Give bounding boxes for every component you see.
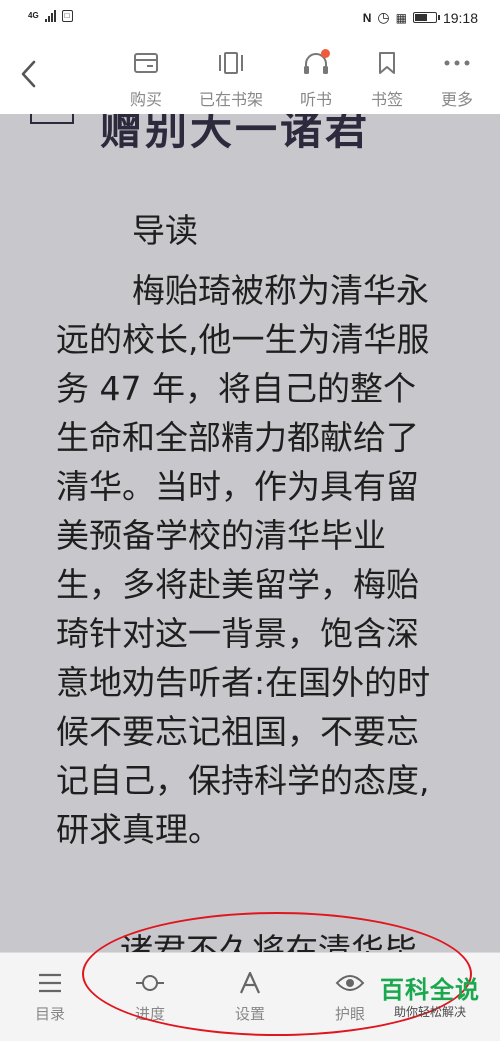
bookmark-icon bbox=[379, 52, 395, 74]
more-icon bbox=[444, 60, 470, 66]
progress-label: 进度 bbox=[134, 1005, 165, 1023]
more-button[interactable]: 更多 bbox=[422, 46, 492, 110]
menu-icon bbox=[39, 973, 61, 993]
toc-label: 目录 bbox=[34, 1005, 65, 1023]
alarm-icon: ◷ bbox=[377, 9, 390, 25]
status-right: N ◷ ▦ 19:18 bbox=[363, 9, 478, 26]
toc-button[interactable]: 目录 bbox=[15, 967, 85, 1024]
body-paragraph: 梅贻琦被称为清华永远的校长,他一生为清华服务 47 年，将自己的整个生命和全部精… bbox=[56, 271, 431, 849]
eye-icon bbox=[335, 975, 365, 991]
on-shelf-button[interactable]: 已在书架 bbox=[196, 46, 266, 110]
watermark-subtitle: 助你轻松解决 bbox=[393, 1005, 466, 1019]
font-settings-icon bbox=[239, 971, 261, 994]
signal-icon bbox=[44, 10, 56, 22]
section-subtitle: 导读 bbox=[132, 211, 198, 250]
watermark: 百科全说 助你轻松解决 bbox=[374, 976, 486, 1020]
chevron-left-icon bbox=[21, 60, 36, 88]
bookshelf-icon bbox=[219, 52, 243, 74]
reader-toolbar: 购买 已在书架 听书 书签 更多 bbox=[0, 38, 500, 115]
watermark-title: 百科全说 bbox=[380, 976, 480, 1004]
sim-icon: □ bbox=[61, 10, 73, 22]
back-button[interactable] bbox=[14, 56, 44, 92]
next-paragraph: 诸君不久将在清华毕 bbox=[120, 931, 417, 952]
clock: 19:18 bbox=[442, 9, 478, 26]
on-shelf-label: 已在书架 bbox=[198, 90, 263, 109]
listen-label: 听书 bbox=[299, 90, 332, 109]
book-icon bbox=[30, 114, 74, 124]
reading-page[interactable]: 赠别大一诸君 导读 梅贻琦被称为清华永远的校长,他一生为清华服务 47 年，将自… bbox=[0, 114, 500, 952]
battery-icon bbox=[412, 12, 440, 23]
more-label: 更多 bbox=[440, 90, 473, 109]
settings-button[interactable]: 设置 bbox=[215, 967, 285, 1024]
listen-button[interactable]: 听书 bbox=[281, 46, 351, 110]
bookmark-label: 书签 bbox=[370, 90, 403, 109]
bookmark-button[interactable]: 书签 bbox=[352, 46, 422, 110]
buy-button[interactable]: 购买 bbox=[111, 46, 181, 110]
status-bar: 4G □ N ◷ ▦ 19:18 bbox=[0, 0, 500, 38]
progress-icon bbox=[136, 975, 164, 991]
progress-button[interactable]: 进度 bbox=[115, 967, 185, 1024]
wallet-icon bbox=[134, 53, 158, 73]
nfc-icon: N bbox=[362, 10, 372, 25]
network-type: 4G bbox=[28, 11, 39, 20]
status-left: 4G □ bbox=[28, 10, 73, 22]
buy-label: 购买 bbox=[129, 90, 162, 109]
notification-dot bbox=[321, 49, 330, 58]
chapter-heading: 赠别大一诸君 bbox=[100, 114, 371, 154]
settings-label: 设置 bbox=[234, 1005, 265, 1023]
vibrate-icon: ▦ bbox=[395, 10, 407, 25]
